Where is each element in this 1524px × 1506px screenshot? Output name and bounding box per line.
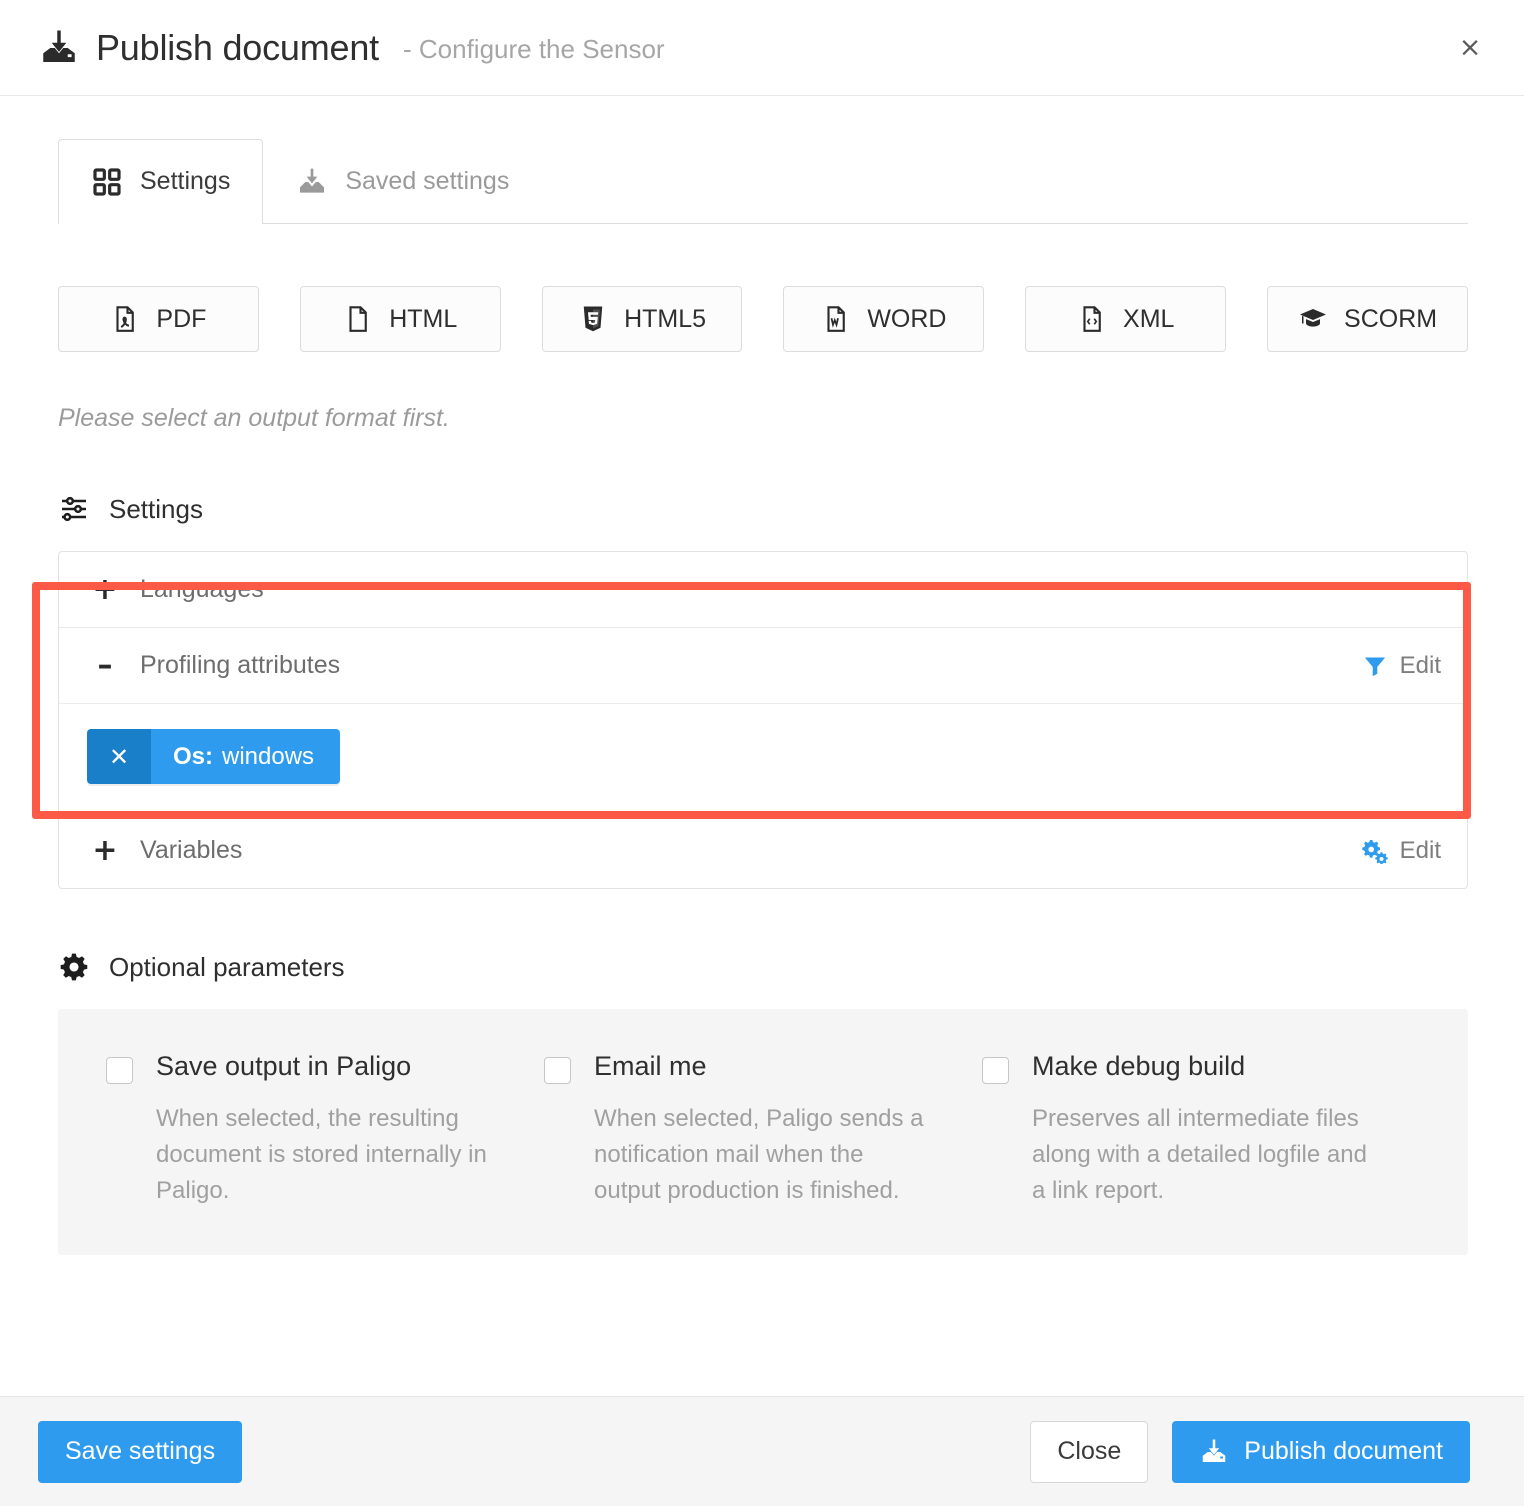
settings-accordion: + Languages – Profiling attributes Edit … [58, 551, 1468, 889]
file-code-icon [1077, 304, 1107, 334]
format-button-html[interactable]: HTML [299, 286, 501, 352]
format-button-word[interactable]: WORD [783, 286, 985, 352]
optional-parameters-heading: Optional parameters [58, 951, 1468, 983]
format-hint-text: Please select an output format first. [58, 404, 450, 432]
save-settings-button[interactable]: Save settings [38, 1420, 243, 1483]
graduation-cap-icon [1298, 304, 1328, 334]
accordion-header-languages[interactable]: + Languages [59, 552, 1467, 627]
edit-profiling-attributes-label: Edit [1399, 651, 1441, 679]
edit-variables-button[interactable]: Edit [1361, 836, 1441, 865]
option-make-debug-build: Make debug build Preserves all intermedi… [982, 1051, 1420, 1209]
format-button-pdf-label: PDF [156, 304, 207, 333]
close-icon[interactable]: × [1452, 30, 1488, 66]
page-subtitle: - Configure the Sensor [402, 33, 665, 64]
tab-saved-settings-label: Saved settings [345, 167, 510, 195]
tab-bar: Settings Saved settings [58, 139, 1468, 224]
checkbox-make-debug-build[interactable] [982, 1057, 1009, 1084]
format-button-xml[interactable]: XML [1025, 286, 1227, 352]
settings-section-heading: Settings [58, 493, 1468, 525]
edit-profiling-attributes-button[interactable]: Edit [1362, 652, 1441, 680]
save-settings-label: Save settings [65, 1437, 216, 1465]
accordion-label-profiling-attributes: Profiling attributes [140, 651, 341, 679]
optional-parameters-label: Optional parameters [109, 951, 345, 982]
profiling-attribute-value: windows [222, 742, 315, 770]
publish-document-button[interactable]: Publish document [1172, 1420, 1470, 1483]
close-button-label: Close [1057, 1437, 1122, 1465]
accordion-item-variables: + Variables Edit [59, 813, 1467, 888]
profiling-attribute-tag-body[interactable]: Os: windows [151, 729, 341, 784]
filter-funnel-icon [1362, 653, 1388, 679]
accordion-header-variables[interactable]: + Variables Edit [59, 813, 1467, 888]
publish-download-icon [38, 27, 80, 69]
option-save-output-in-paligo: Save output in Paligo When selected, the… [106, 1051, 544, 1209]
tab-saved-settings[interactable]: Saved settings [263, 139, 542, 223]
option-label-make-debug-build: Make debug build [1032, 1051, 1246, 1081]
modal-header: Publish document - Configure the Sensor … [0, 0, 1524, 96]
option-description-save-output-in-paligo: When selected, the resulting document is… [156, 1105, 487, 1204]
edit-variables-label: Edit [1399, 836, 1441, 864]
option-description-make-debug-build: Preserves all intermediate files along w… [1032, 1105, 1367, 1204]
accordion-label-variables: Variables [140, 836, 243, 864]
accordion-item-profiling-attributes: – Profiling attributes Edit ✕ Os: window… [59, 628, 1467, 813]
file-pdf-icon [110, 304, 140, 334]
file-word-icon [821, 304, 851, 334]
profiling-attributes-body: ✕ Os: windows [59, 703, 1467, 812]
minus-icon: – [97, 647, 113, 683]
remove-tag-icon[interactable]: ✕ [87, 729, 151, 784]
modal-body: Settings Saved settings PDF HTML HTML5 W… [0, 96, 1524, 1396]
accordion-item-languages: + Languages [59, 552, 1467, 628]
modal-title-group: Publish document - Configure the Sensor [38, 27, 665, 69]
option-email-me: Email me When selected, Paligo sends a n… [544, 1051, 982, 1209]
format-button-word-label: WORD [867, 304, 947, 333]
file-blank-icon [343, 304, 373, 334]
tab-settings[interactable]: Settings [58, 139, 264, 224]
page-title: Publish document [96, 26, 379, 68]
format-button-scorm[interactable]: SCORM [1267, 286, 1468, 352]
format-button-scorm-label: SCORM [1344, 304, 1438, 333]
plus-icon: + [92, 832, 118, 868]
checkbox-email-me[interactable] [544, 1057, 571, 1084]
html5-shield-icon [578, 304, 608, 334]
grid-squares-icon [91, 166, 123, 198]
accordion-label-languages: Languages [140, 575, 264, 603]
footer-action-group: Close Publish document [1030, 1420, 1470, 1483]
publish-download-icon [1199, 1437, 1229, 1467]
cogs-icon [1361, 838, 1388, 864]
profiling-attribute-key: Os: [173, 742, 214, 770]
option-label-save-output-in-paligo: Save output in Paligo [156, 1051, 412, 1081]
publish-document-modal: Publish document - Configure the Sensor … [0, 0, 1524, 1506]
gear-icon [58, 951, 90, 983]
format-button-pdf[interactable]: PDF [58, 286, 259, 352]
optional-parameters-panel: Save output in Paligo When selected, the… [58, 1009, 1468, 1255]
checkbox-save-output-in-paligo[interactable] [106, 1057, 133, 1084]
plus-icon: + [92, 571, 118, 607]
profiling-attribute-tag: ✕ Os: windows [87, 729, 341, 784]
format-button-xml-label: XML [1123, 304, 1175, 333]
option-label-email-me: Email me [594, 1051, 707, 1081]
settings-heading-label: Settings [109, 493, 203, 524]
sliders-icon [58, 493, 90, 525]
output-format-buttons: PDF HTML HTML5 WORD XML SCORM [58, 286, 1468, 352]
format-button-html5[interactable]: HTML5 [541, 286, 743, 352]
option-description-email-me: When selected, Paligo sends a notificati… [594, 1105, 924, 1204]
inbox-download-icon [296, 166, 328, 198]
publish-document-label: Publish document [1244, 1437, 1443, 1465]
close-button[interactable]: Close [1030, 1420, 1149, 1483]
format-button-html5-label: HTML5 [624, 304, 707, 333]
tab-settings-label: Settings [140, 167, 231, 195]
modal-footer: Save settings Close Publish document [0, 1396, 1524, 1506]
format-button-html-label: HTML [389, 304, 458, 333]
accordion-header-profiling-attributes[interactable]: – Profiling attributes Edit [59, 628, 1467, 703]
